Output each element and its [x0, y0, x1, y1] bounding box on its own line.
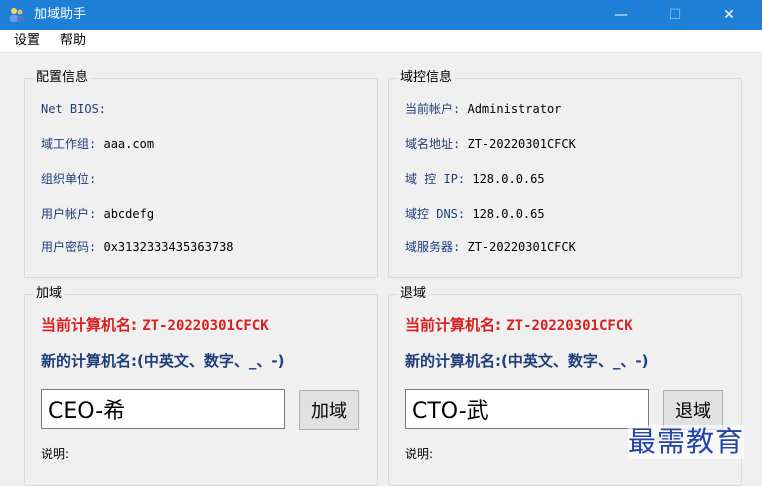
- config-info-title: 配置信息: [33, 69, 92, 87]
- current-account-label: 当前帐户:: [405, 102, 461, 116]
- title-bar: 加域助手 — ☐ ✕: [0, 0, 762, 30]
- leave-note-label: 说明:: [405, 447, 434, 461]
- menu-bar: 设置 帮助: [0, 30, 762, 53]
- watermark: 最需教育: [628, 425, 745, 459]
- leave-new-name-label: 新的计算机名:(中英文、数字、_、-): [405, 352, 649, 370]
- join-current-name-row: 当前计算机名: ZT-20220301CFCK: [41, 315, 269, 336]
- dc-ip-row: 域 控 IP: 128.0.0.65: [405, 171, 545, 187]
- user-password-label: 用户密码:: [41, 240, 97, 254]
- current-account-value: Administrator: [467, 102, 562, 116]
- join-domain-button[interactable]: 加域: [299, 390, 359, 430]
- workgroup-value: aaa.com: [103, 137, 155, 151]
- netbios-label: Net BIOS:: [41, 102, 107, 116]
- workgroup-row: 域工作组: aaa.com: [41, 136, 154, 152]
- leave-domain-title: 退域: [397, 285, 430, 303]
- user-account-value: abcdefg: [103, 207, 155, 221]
- leave-current-name-row: 当前计算机名: ZT-20220301CFCK: [405, 315, 633, 336]
- user-account-label: 用户帐户:: [41, 207, 97, 221]
- leave-new-name-input[interactable]: [405, 389, 649, 429]
- join-current-name-label: 当前计算机名:: [41, 316, 137, 334]
- domain-address-row: 域名地址: ZT-20220301CFCK: [405, 136, 576, 152]
- leave-current-name-value: ZT-20220301CFCK: [506, 318, 633, 334]
- menu-help[interactable]: 帮助: [60, 33, 86, 49]
- dc-ip-value: 128.0.0.65: [472, 172, 545, 186]
- domain-address-value: ZT-20220301CFCK: [467, 137, 576, 151]
- workgroup-label: 域工作组:: [41, 137, 97, 151]
- dc-dns-label: 域控 DNS:: [405, 207, 466, 221]
- user-account-row: 用户帐户: abcdefg: [41, 206, 154, 222]
- leave-current-name-label: 当前计算机名:: [405, 316, 501, 334]
- current-account-row: 当前帐户: Administrator: [405, 101, 561, 117]
- close-button[interactable]: ✕: [706, 0, 752, 30]
- dc-dns-row: 域控 DNS: 128.0.0.65: [405, 206, 545, 222]
- join-note-label: 说明:: [41, 447, 70, 461]
- leave-domain-button[interactable]: 退域: [663, 390, 723, 430]
- dc-info-title: 域控信息: [397, 69, 456, 87]
- window-title: 加域助手: [34, 7, 87, 22]
- config-info-group: 配置信息 Net BIOS: 域工作组: aaa.com 组织单位: 用户帐户:…: [24, 69, 378, 278]
- join-current-name-value: ZT-20220301CFCK: [142, 318, 269, 334]
- menu-settings[interactable]: 设置: [14, 33, 40, 49]
- app-users-icon: [10, 8, 24, 22]
- domain-server-value: ZT-20220301CFCK: [467, 240, 576, 254]
- dc-dns-value: 128.0.0.65: [472, 207, 545, 221]
- user-password-value: 0x3132333435363738: [103, 240, 234, 254]
- dc-ip-label: 域 控 IP:: [405, 172, 466, 186]
- org-unit-label: 组织单位:: [41, 172, 97, 186]
- join-domain-group: 加域 当前计算机名: ZT-20220301CFCK 新的计算机名:(中英文、数…: [24, 285, 378, 486]
- domain-address-label: 域名地址:: [405, 137, 461, 151]
- dc-info-group: 域控信息 当前帐户: Administrator 域名地址: ZT-202203…: [388, 69, 742, 278]
- domain-server-row: 域服务器: ZT-20220301CFCK: [405, 239, 576, 255]
- user-password-row: 用户密码: 0x3132333435363738: [41, 239, 234, 255]
- minimize-button[interactable]: —: [598, 0, 644, 30]
- netbios-row: Net BIOS:: [41, 101, 106, 117]
- domain-server-label: 域服务器:: [405, 240, 461, 254]
- join-new-name-label: 新的计算机名:(中英文、数字、_、-): [41, 352, 285, 370]
- org-unit-row: 组织单位:: [41, 171, 96, 187]
- maximize-button[interactable]: ☐: [652, 0, 698, 30]
- join-new-name-input[interactable]: [41, 389, 285, 429]
- join-domain-title: 加域: [33, 285, 66, 303]
